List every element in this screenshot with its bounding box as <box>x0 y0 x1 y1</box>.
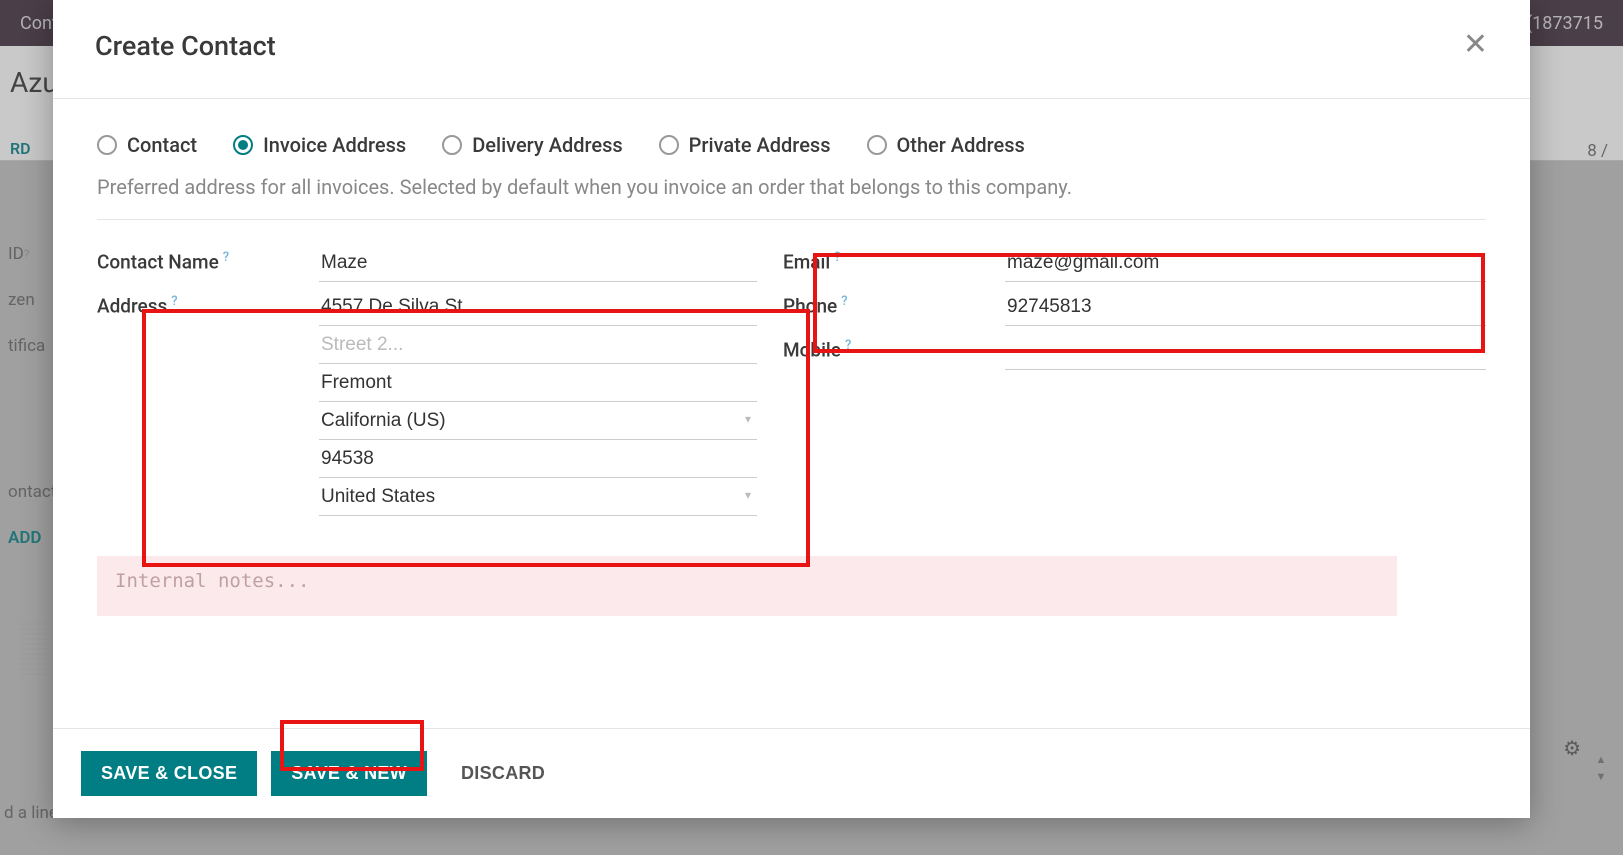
discard-button[interactable]: DISCARD <box>441 751 565 796</box>
street2-input[interactable] <box>319 326 757 364</box>
radio-invoice-label: Invoice Address <box>263 133 406 157</box>
close-icon[interactable]: ✕ <box>1463 30 1488 60</box>
radio-contact[interactable]: Contact <box>97 133 197 157</box>
modal-header: Create Contact ✕ <box>53 0 1530 98</box>
address-type-radio-group: Contact Invoice Address Delivery Address… <box>97 133 1486 157</box>
radio-other-label: Other Address <box>897 133 1025 157</box>
create-contact-modal: Create Contact ✕ Contact Invoice Address… <box>53 0 1530 818</box>
radio-delivery-label: Delivery Address <box>472 133 622 157</box>
radio-help-text: Preferred address for all invoices. Sele… <box>97 175 1486 199</box>
radio-other-address[interactable]: Other Address <box>867 133 1025 157</box>
save-new-button[interactable]: SAVE & NEW <box>271 751 427 796</box>
radio-delivery-address[interactable]: Delivery Address <box>442 133 622 157</box>
save-close-button[interactable]: SAVE & CLOSE <box>81 751 257 796</box>
contact-name-input[interactable] <box>319 244 757 282</box>
country-select[interactable] <box>319 478 757 516</box>
modal-body: Contact Invoice Address Delivery Address… <box>53 98 1530 728</box>
radio-private-label: Private Address <box>689 133 831 157</box>
divider <box>97 219 1486 220</box>
city-input[interactable] <box>319 364 757 402</box>
radio-private-address[interactable]: Private Address <box>659 133 831 157</box>
modal-footer: SAVE & CLOSE SAVE & NEW DISCARD <box>53 728 1530 818</box>
zip-input[interactable] <box>319 440 757 478</box>
email-input[interactable] <box>1005 244 1486 282</box>
label-mobile: Mobile? <box>783 332 1005 361</box>
street1-input[interactable] <box>319 288 757 326</box>
label-contact-name: Contact Name? <box>97 244 319 273</box>
phone-input[interactable] <box>1005 288 1486 326</box>
modal-title: Create Contact <box>95 30 276 62</box>
mobile-input[interactable] <box>1005 332 1486 370</box>
label-address: Address? <box>97 288 319 317</box>
radio-invoice-address[interactable]: Invoice Address <box>233 133 406 157</box>
radio-contact-label: Contact <box>127 133 197 157</box>
internal-notes-input[interactable] <box>97 556 1397 616</box>
label-phone: Phone? <box>783 288 1005 317</box>
state-select[interactable] <box>319 402 757 440</box>
label-email: Email? <box>783 244 1005 273</box>
